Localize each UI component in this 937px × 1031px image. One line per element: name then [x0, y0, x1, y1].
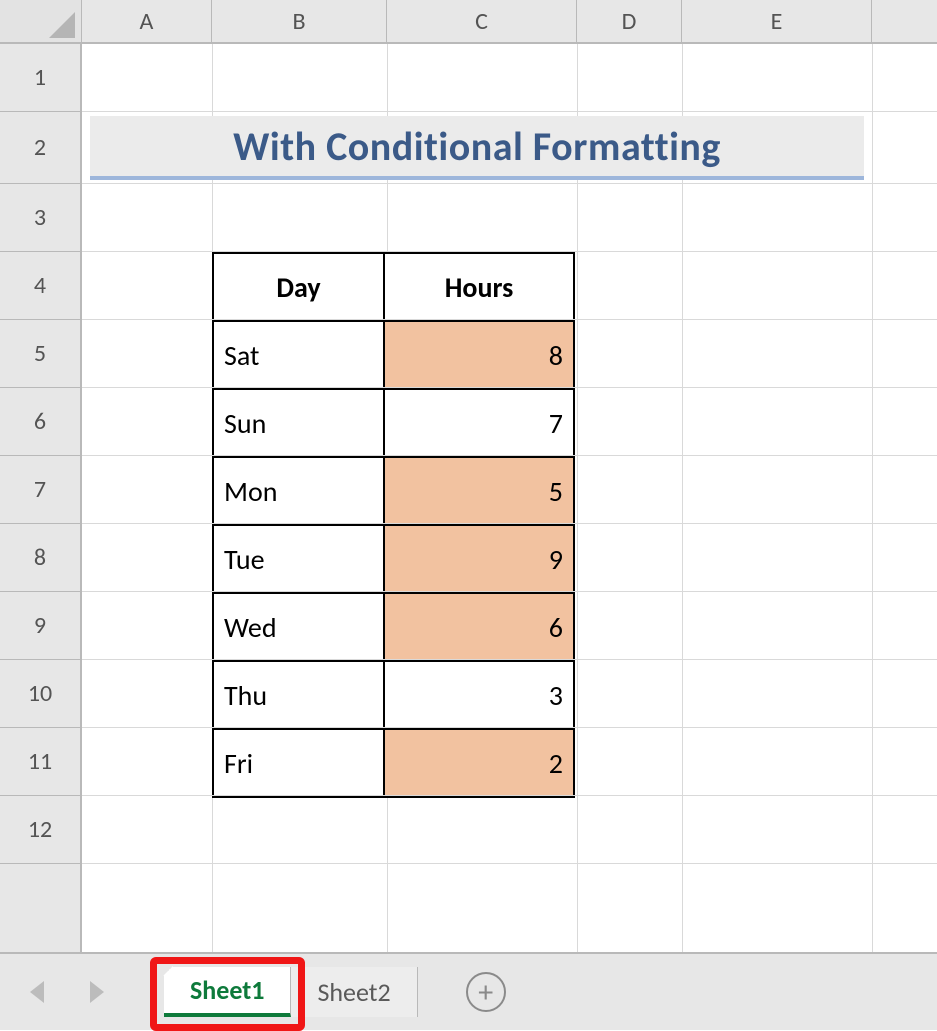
tab-prev-icon[interactable] — [30, 981, 46, 1003]
column-header-D[interactable]: D — [577, 0, 682, 42]
row-header-1[interactable]: 1 — [0, 44, 80, 112]
row-header-9[interactable]: 9 — [0, 592, 80, 660]
sheet-tab-sheet2[interactable]: Sheet2 — [291, 967, 417, 1017]
sheet-body: 123456789101112 With Conditional Formatt… — [0, 44, 937, 952]
plus-icon: + — [478, 974, 493, 1011]
select-all-triangle-icon — [49, 12, 75, 38]
row-header-10[interactable]: 10 — [0, 660, 80, 728]
spreadsheet-grid[interactable]: With Conditional Formatting Day Hours Sa… — [82, 44, 937, 952]
row-headers-col: 123456789101112 — [0, 44, 82, 952]
sheet-tab-sheet1[interactable]: Sheet1 — [164, 967, 291, 1017]
row-header-3[interactable]: 3 — [0, 184, 80, 252]
row-header-11[interactable]: 11 — [0, 728, 80, 796]
column-header-A[interactable]: A — [82, 0, 212, 42]
tab-nav — [30, 981, 104, 1003]
row-header-7[interactable]: 7 — [0, 456, 80, 524]
row-header-2[interactable]: 2 — [0, 112, 80, 184]
column-header-B[interactable]: B — [212, 0, 387, 42]
column-headers-row: ABCDE — [0, 0, 937, 44]
row-header-4[interactable]: 4 — [0, 252, 80, 320]
tab-next-icon[interactable] — [88, 981, 104, 1003]
row-header-12[interactable]: 12 — [0, 796, 80, 864]
select-all-corner[interactable] — [0, 0, 82, 42]
sheet-tab-bar: Sheet1Sheet2 + — [0, 952, 937, 1030]
row-header-5[interactable]: 5 — [0, 320, 80, 388]
column-header-C[interactable]: C — [387, 0, 577, 42]
add-sheet-button[interactable]: + — [466, 972, 506, 1012]
row-header-8[interactable]: 8 — [0, 524, 80, 592]
column-header-E[interactable]: E — [682, 0, 872, 42]
row-header-6[interactable]: 6 — [0, 388, 80, 456]
